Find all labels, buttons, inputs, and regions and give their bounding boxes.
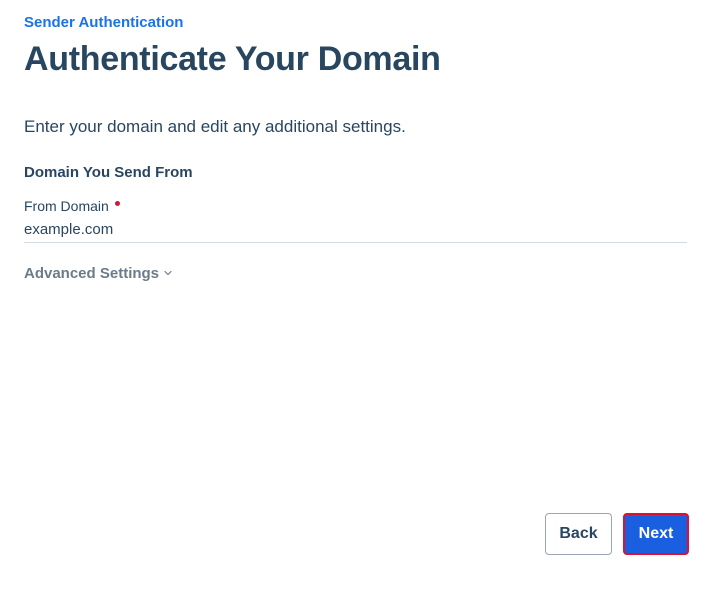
from-domain-label: From Domain (24, 198, 120, 214)
from-domain-label-text: From Domain (24, 198, 109, 214)
advanced-settings-toggle[interactable]: Advanced Settings (24, 265, 172, 283)
next-button[interactable]: Next (623, 513, 689, 555)
required-indicator-icon (114, 200, 120, 206)
advanced-settings-label: Advanced Settings (24, 265, 160, 282)
breadcrumb-sender-authentication: Sender Authentication (24, 14, 184, 31)
authenticate-domain-page: Sender Authentication Authenticate Your … (0, 0, 725, 592)
page-title: Authenticate Your Domain (24, 40, 441, 78)
back-button[interactable]: Back (545, 513, 612, 555)
domain-section-heading: Domain You Send From (24, 164, 193, 181)
from-domain-input[interactable] (24, 216, 687, 243)
intro-text: Enter your domain and edit any additiona… (24, 117, 406, 136)
chevron-down-icon (164, 270, 172, 276)
